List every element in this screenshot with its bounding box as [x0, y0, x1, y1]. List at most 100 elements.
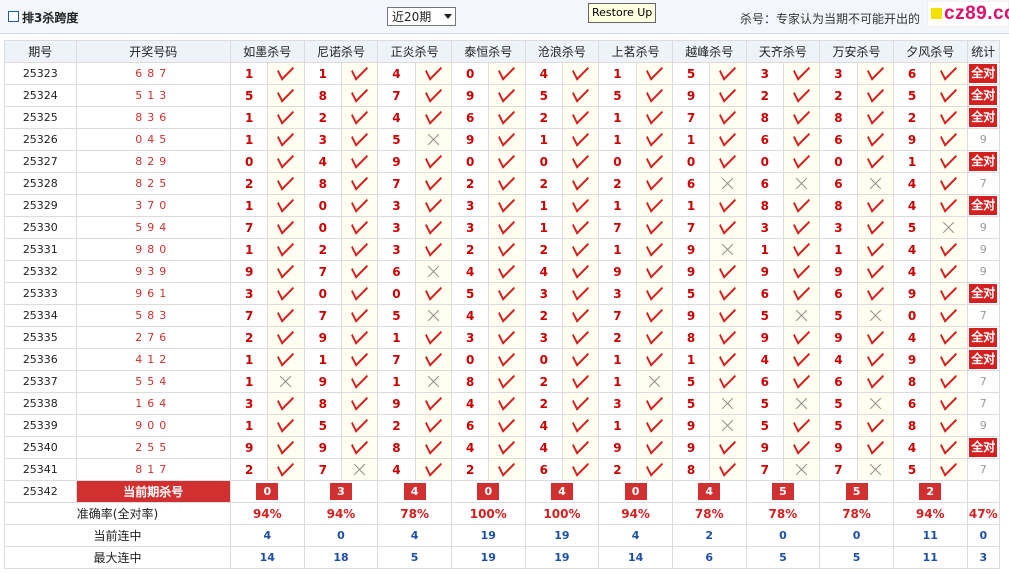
current-kill: 3: [303, 480, 379, 503]
summary-value: 19: [450, 524, 526, 547]
cross-icon: [721, 397, 734, 410]
kill-result: [267, 128, 305, 151]
table-row: 25340 255 9 9 8 4 4 9 9 9 9 4 全对: [4, 436, 1001, 459]
kill-result: [930, 194, 968, 217]
kill-result: [782, 326, 821, 349]
kill-result: [709, 414, 747, 437]
kill-number: 6: [819, 172, 858, 195]
kill-result: [267, 436, 305, 459]
kill-number: 1: [819, 238, 858, 261]
kill-result: [782, 172, 821, 195]
kill-number: 6: [745, 128, 784, 151]
summary-value: 18: [303, 546, 379, 569]
kill-result: [856, 172, 894, 195]
current-kill-number: 4: [403, 483, 426, 500]
kill-result: [414, 282, 452, 305]
kill-number: 9: [450, 84, 490, 107]
tick-icon: [940, 437, 958, 455]
kill-number: 4: [819, 348, 858, 371]
kill-result: [709, 62, 747, 85]
kill-number: 3: [450, 194, 490, 217]
period-cell: 25324: [4, 84, 77, 107]
stat-cell: 全对: [966, 150, 1001, 173]
kill-result: [709, 458, 747, 481]
kill-result: [414, 106, 452, 129]
tick-icon: [793, 107, 810, 125]
kill-number: 4: [745, 348, 784, 371]
summary-stat: 47%: [966, 502, 1001, 525]
cross-icon: [427, 309, 440, 322]
kill-number: 9: [671, 238, 711, 261]
summary-value: 14: [598, 546, 673, 569]
kill-result: [414, 414, 452, 437]
kill-number: 3: [598, 282, 637, 305]
kill-number: 0: [303, 282, 342, 305]
tick-icon: [424, 217, 442, 235]
stat-count: 9: [979, 265, 987, 278]
kill-number: 1: [671, 128, 711, 151]
tick-icon: [866, 85, 884, 103]
draw-cell: 836: [75, 106, 231, 129]
tick-icon: [645, 129, 663, 147]
kill-number: 1: [671, 348, 711, 371]
all-correct-badge: 全对: [969, 86, 998, 105]
kill-result: [340, 62, 379, 85]
tick-icon: [866, 129, 884, 147]
kill-number: 6: [892, 62, 932, 85]
kill-number: 6: [819, 128, 858, 151]
kill-result: [930, 62, 968, 85]
kill-number: 7: [598, 304, 637, 327]
tick-icon: [719, 305, 737, 323]
kill-result: [709, 370, 747, 393]
tick-icon: [424, 393, 442, 411]
kill-number: 1: [671, 194, 711, 217]
tick-icon: [793, 151, 810, 169]
kill-result: [267, 238, 305, 261]
kill-number: 6: [377, 260, 416, 283]
kill-result: [930, 260, 968, 283]
kill-result: [488, 238, 526, 261]
kill-result: [635, 370, 673, 393]
kill-number: 1: [892, 150, 932, 173]
kill-result: [856, 348, 894, 371]
kill-result: [340, 326, 379, 349]
kill-number: 2: [377, 414, 416, 437]
current-kill: 4: [671, 480, 747, 503]
tick-icon: [277, 63, 295, 81]
kill-number: 3: [745, 216, 784, 239]
kill-number: 3: [377, 216, 416, 239]
kill-number: 6: [819, 370, 858, 393]
checkbox-icon[interactable]: [8, 11, 19, 22]
kill-result: [340, 370, 379, 393]
tick-icon: [866, 195, 884, 213]
draw-cell: 370: [75, 194, 231, 217]
kill-number: 4: [892, 436, 932, 459]
kill-number: 0: [303, 194, 342, 217]
kill-number: 3: [377, 238, 416, 261]
draw-numbers: 836: [135, 111, 172, 124]
tick-icon: [351, 195, 369, 213]
table-row: 25336 412 1 1 7 0 0 1 1 4 4 9 全对: [4, 348, 1001, 371]
draw-numbers: 370: [135, 199, 172, 212]
current-kill: 0: [450, 480, 526, 503]
kill-result: [267, 458, 305, 481]
kill-result: [856, 216, 894, 239]
kill-result: [709, 150, 747, 173]
kill-result: [709, 282, 747, 305]
period-cell: 25336: [4, 348, 77, 371]
stat-cell: 全对: [966, 62, 1001, 85]
kill-number: 5: [229, 84, 269, 107]
kill-number: 5: [377, 304, 416, 327]
kill-result: [340, 194, 379, 217]
kill-result: [488, 348, 526, 371]
summary-row-current-streak: 当前连中 4 0 4 19 19 4 2 0 0 11 0: [4, 524, 1001, 547]
table-row: 25337 554 1 9 1 8 2 1 5 6 6 8 7: [4, 370, 1001, 393]
tick-icon: [498, 85, 516, 103]
tick-icon: [866, 239, 884, 257]
kill-result: [488, 282, 526, 305]
draw-numbers: 961: [135, 287, 172, 300]
period-select[interactable]: 近20期: [387, 7, 456, 26]
current-label: 当前期杀号: [75, 480, 231, 503]
kill-number: 4: [450, 304, 490, 327]
tick-icon: [498, 459, 516, 477]
